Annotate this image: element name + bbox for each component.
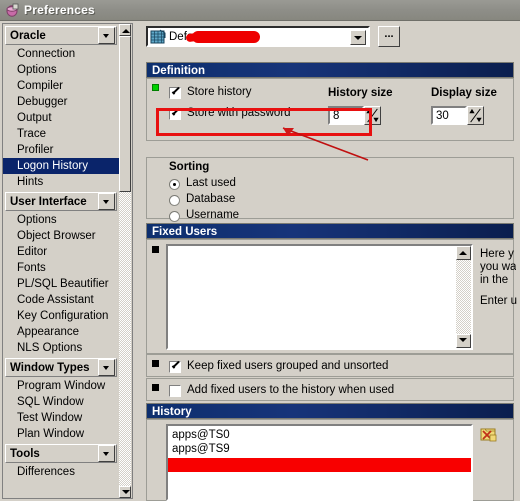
help-line-4: Enter u <box>480 295 518 307</box>
store-history-label: Store history <box>187 86 252 98</box>
history-list-item-1[interactable]: apps@TS9 <box>168 442 471 456</box>
chevron-down-icon[interactable] <box>350 30 366 45</box>
delete-history-icon[interactable] <box>480 427 497 442</box>
history-list[interactable]: apps@TS0 apps@TS9 <box>166 424 473 501</box>
keep-grouped-marker <box>152 360 159 367</box>
sidebar-item-nls-options[interactable]: NLS Options <box>3 340 119 356</box>
redaction-scribble <box>192 31 260 43</box>
add-to-history-label: Add fixed users to the history when used <box>187 384 395 396</box>
store-with-password-checkbox[interactable] <box>169 108 181 120</box>
chevron-down-icon[interactable] <box>98 359 115 376</box>
sidebar-item-code-assistant[interactable]: Code Assistant <box>3 292 119 308</box>
profile-icon <box>150 29 166 45</box>
preferences-window: Preferences Oracle Connection Options Compi… <box>0 0 520 501</box>
display-size-label: Display size <box>431 87 497 99</box>
scroll-thumb[interactable] <box>119 36 131 192</box>
preferences-icon <box>5 3 19 17</box>
display-size-input[interactable]: 30 <box>431 106 467 125</box>
sidebar-item-editor[interactable]: Editor <box>3 244 119 260</box>
sidebar-item-pl-sql-beautifier[interactable]: PL/SQL Beautifier <box>3 276 119 292</box>
history-size-label: History size <box>328 87 393 99</box>
memo-scroll-track[interactable] <box>456 260 471 334</box>
scroll-track[interactable] <box>119 36 131 486</box>
sidebar-group-label: Tools <box>10 447 40 460</box>
display-size-value: 30 <box>436 109 449 122</box>
sidebar-item-test-window[interactable]: Test Window <box>3 410 119 426</box>
sorting-radio-username[interactable] <box>169 211 180 222</box>
sidebar-item-logon-history[interactable]: Logon History <box>3 158 119 174</box>
sidebar-group-oracle[interactable]: Oracle <box>5 26 117 45</box>
sidebar-item-differences[interactable]: Differences <box>3 464 119 480</box>
sidebar-item-profiler[interactable]: Profiler <box>3 142 119 158</box>
sidebar-group-user-interface[interactable]: User Interface <box>5 192 117 211</box>
add-to-history-marker <box>152 384 159 391</box>
fixed-users-marker <box>152 246 159 253</box>
history-redacted-row <box>168 458 471 472</box>
profile-browse-button[interactable]: ... <box>378 26 400 47</box>
sidebar-group-label: Oracle <box>10 29 46 42</box>
store-history-checkbox[interactable] <box>169 87 181 99</box>
sidebar-group-window-types[interactable]: Window Types <box>5 358 117 377</box>
profile-combobox[interactable]: Default <box>146 26 370 47</box>
sidebar-item-appearance[interactable]: Appearance <box>3 324 119 340</box>
keep-grouped-label: Keep fixed users grouped and unsorted <box>187 360 389 372</box>
history-section-header: History <box>146 403 514 419</box>
settings-tree-panel: Oracle Connection Options Compiler Debugger O… <box>2 23 133 499</box>
sidebar-group-tools[interactable]: Tools <box>5 444 117 463</box>
history-size-stepper[interactable] <box>364 106 381 125</box>
sidebar-item-hints[interactable]: Hints <box>3 174 119 190</box>
memo-scroll-down-button[interactable] <box>456 334 471 348</box>
sorting-label-database: Database <box>186 193 236 205</box>
chevron-down-icon[interactable] <box>98 193 115 210</box>
keep-grouped-checkbox[interactable] <box>169 361 181 373</box>
settings-tree: Oracle Connection Options Compiler Debugger O… <box>2 23 119 499</box>
sidebar-group-label: Window Types <box>10 361 90 374</box>
scroll-down-button[interactable] <box>119 486 131 498</box>
sorting-radio-last-used[interactable] <box>169 179 180 190</box>
sidebar-item-output[interactable]: Output <box>3 110 119 126</box>
sorting-label-last-used: Last used <box>186 177 236 189</box>
sorting-label: Sorting <box>169 161 210 173</box>
history-size-input[interactable]: 8 <box>328 106 364 125</box>
fixed-users-section-header: Fixed Users <box>146 223 514 239</box>
scroll-up-button[interactable] <box>119 24 131 36</box>
sidebar-item-debugger[interactable]: Debugger <box>3 94 119 110</box>
sorting-radio-database[interactable] <box>169 195 180 206</box>
add-to-history-checkbox[interactable] <box>169 385 181 397</box>
history-list-item-0[interactable]: apps@TS0 <box>168 428 471 442</box>
sidebar-item-connection[interactable]: Connection <box>3 46 119 62</box>
window-title: Preferences <box>24 3 95 17</box>
definition-marker-green <box>152 84 159 91</box>
settings-tree-scrollbar[interactable] <box>119 23 133 499</box>
store-with-password-label: Store with password <box>187 107 291 119</box>
definition-section-header: Definition <box>146 62 514 78</box>
chevron-down-icon[interactable] <box>98 27 115 44</box>
sidebar-item-compiler[interactable]: Compiler <box>3 78 119 94</box>
fixed-users-memo-scrollbar[interactable] <box>456 246 471 348</box>
help-line-1: Here y <box>480 248 514 260</box>
fixed-users-memo[interactable] <box>166 244 473 350</box>
sidebar-item-fonts[interactable]: Fonts <box>3 260 119 276</box>
memo-scroll-up-button[interactable] <box>456 246 471 260</box>
sidebar-item-trace[interactable]: Trace <box>3 126 119 142</box>
sorting-label-username: Username <box>186 209 240 221</box>
chevron-down-icon[interactable] <box>98 445 115 462</box>
sidebar-item-program-window[interactable]: Program Window <box>3 378 119 394</box>
help-line-2: you wa <box>480 261 517 273</box>
profile-row: Default ... <box>146 26 514 50</box>
panel-splitter[interactable] <box>134 23 140 499</box>
window-titlebar[interactable]: Preferences <box>0 0 520 21</box>
sidebar-item-options[interactable]: Options <box>3 62 119 78</box>
sidebar-item-key-configuration[interactable]: Key Configuration <box>3 308 119 324</box>
help-line-3: in the <box>480 274 509 286</box>
sidebar-item-plan-window[interactable]: Plan Window <box>3 426 119 442</box>
sidebar-group-label: User Interface <box>10 195 87 208</box>
settings-content-panel: Default ... Definition Store history Sto… <box>142 23 518 501</box>
sidebar-item-object-browser[interactable]: Object Browser <box>3 228 119 244</box>
history-size-value: 8 <box>333 109 340 122</box>
display-size-stepper[interactable] <box>467 106 484 125</box>
sidebar-item-sql-window[interactable]: SQL Window <box>3 394 119 410</box>
sidebar-item-options[interactable]: Options <box>3 212 119 228</box>
